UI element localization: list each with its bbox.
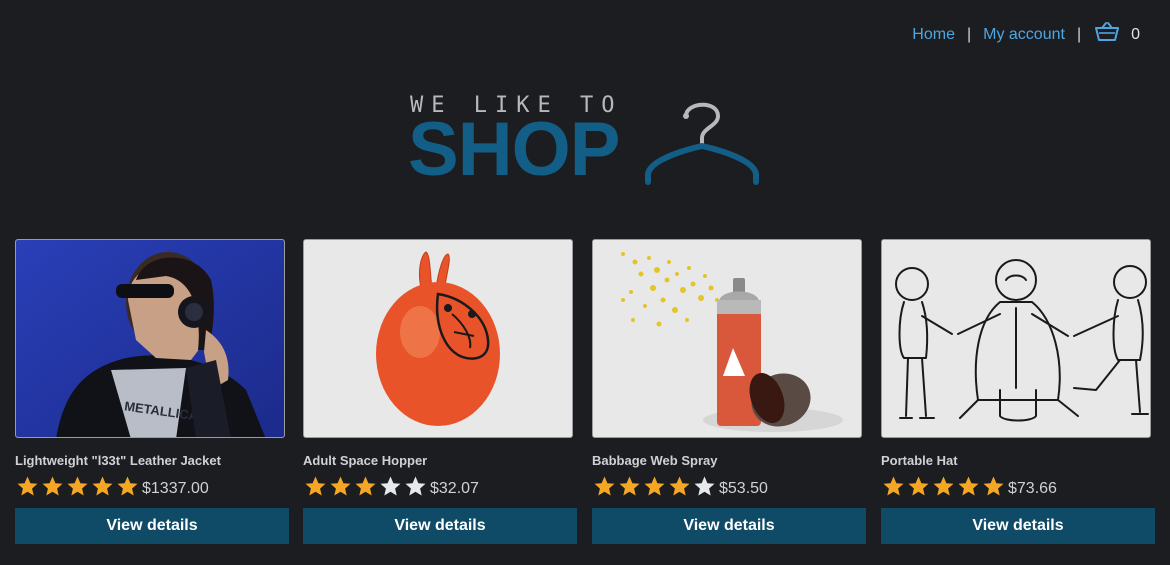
my-account-link[interactable]: My account — [983, 26, 1065, 44]
basket-icon — [1095, 22, 1120, 47]
product-image[interactable] — [592, 239, 862, 438]
nav-separator: | — [966, 25, 972, 43]
product-card: Portable Hat $73.66 View details — [881, 239, 1155, 544]
star-filled-icon — [983, 476, 1004, 496]
product-rating: $73.66 — [881, 473, 1155, 499]
view-details-button[interactable]: View details — [303, 508, 577, 544]
star-rating — [592, 475, 717, 497]
cart-link[interactable]: 0 — [1095, 22, 1140, 47]
star-filled-icon — [330, 476, 351, 496]
star-empty-icon — [694, 476, 715, 496]
orange-space-hopper-illustration — [304, 240, 572, 437]
star-filled-icon — [17, 476, 38, 496]
logo-wordmark: SHOP — [408, 107, 620, 192]
star-filled-icon — [305, 476, 326, 496]
product-price: $53.50 — [719, 480, 768, 497]
star-rating — [15, 475, 140, 497]
product-card: Babbage Web Spray $53.50 View details — [592, 239, 866, 544]
product-name[interactable]: Lightweight "l33t" Leather Jacket — [15, 453, 289, 468]
star-filled-icon — [958, 476, 979, 496]
star-filled-icon — [42, 476, 63, 496]
star-empty-icon — [405, 476, 426, 496]
star-filled-icon — [594, 476, 615, 496]
product-name[interactable]: Babbage Web Spray — [592, 453, 866, 468]
star-empty-icon — [380, 476, 401, 496]
view-details-button[interactable]: View details — [881, 508, 1155, 544]
product-rating: $32.07 — [303, 473, 577, 499]
top-navigation: Home | My account | 0 — [912, 22, 1140, 47]
product-image[interactable] — [881, 239, 1151, 438]
product-name[interactable]: Adult Space Hopper — [303, 453, 577, 468]
star-filled-icon — [92, 476, 113, 496]
star-rating — [303, 475, 428, 497]
shop-logo[interactable]: WE LIKE TO SHOP — [408, 92, 768, 192]
product-card: Adult Space Hopper $32.07 View details — [303, 239, 577, 544]
product-rating: $1337.00 — [15, 473, 289, 499]
star-filled-icon — [669, 476, 690, 496]
product-price: $73.66 — [1008, 480, 1057, 497]
view-details-button[interactable]: View details — [15, 508, 289, 544]
spray-can-illustration — [593, 240, 861, 437]
product-name[interactable]: Portable Hat — [881, 453, 1155, 468]
view-details-button[interactable]: View details — [592, 508, 866, 544]
product-price: $32.07 — [430, 480, 479, 497]
star-filled-icon — [883, 476, 904, 496]
product-price: $1337.00 — [142, 480, 209, 497]
nav-separator: | — [1076, 25, 1082, 43]
woman-with-headphones-photo: METALLICA — [16, 240, 284, 437]
product-card: METALLICA Lightweight "l33t" Leather Jac… — [15, 239, 289, 544]
star-filled-icon — [67, 476, 88, 496]
product-rating: $53.50 — [592, 473, 866, 499]
men-pulling-hat-sketch — [882, 240, 1150, 437]
home-link[interactable]: Home — [912, 26, 955, 44]
star-filled-icon — [117, 476, 138, 496]
star-filled-icon — [908, 476, 929, 496]
star-filled-icon — [355, 476, 376, 496]
star-filled-icon — [644, 476, 665, 496]
star-filled-icon — [619, 476, 640, 496]
product-image[interactable]: METALLICA — [15, 239, 285, 438]
cart-count: 0 — [1131, 25, 1140, 43]
star-filled-icon — [933, 476, 954, 496]
star-rating — [881, 475, 1006, 497]
product-image[interactable] — [303, 239, 573, 438]
